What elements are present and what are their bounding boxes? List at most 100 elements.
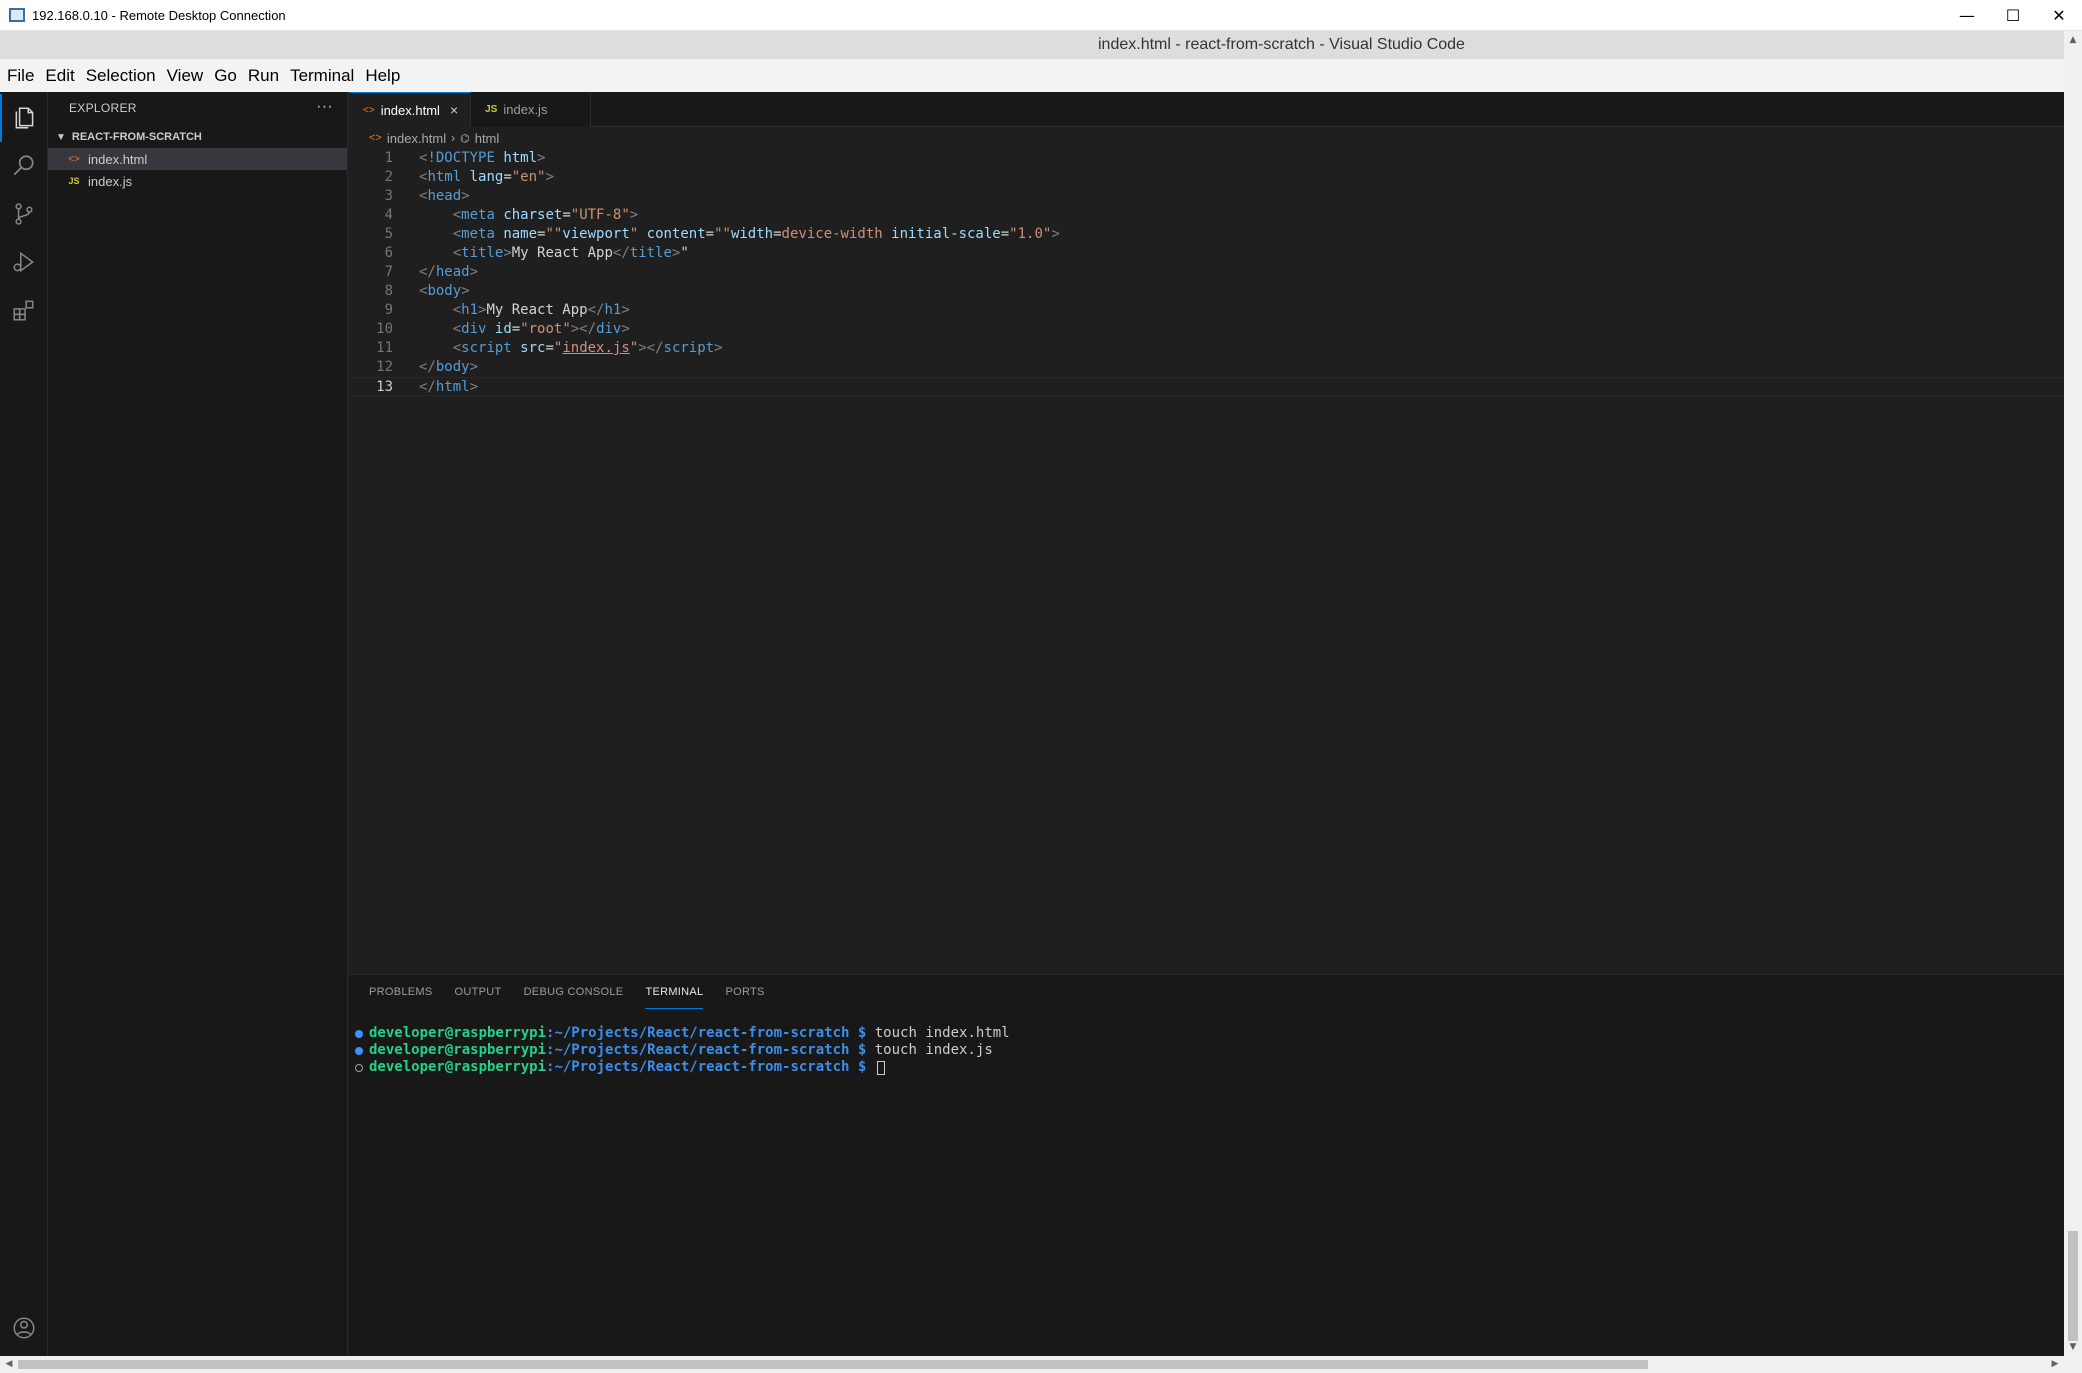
file-index-js[interactable]: JS index.js <box>48 170 347 192</box>
vscode-titlebar: index.html - react-from-scratch - Visual… <box>0 31 2064 59</box>
terminal-user: developer@raspberrypi <box>369 1042 547 1058</box>
horizontal-scrollbar[interactable]: ◀ ▶ <box>0 1356 2064 1373</box>
vertical-scrollbar[interactable]: ▲ ▼ <box>2064 31 2082 1356</box>
workbench: EXPLORER ··· ▼ REACT-FROM-SCRATCH <> ind… <box>0 92 2064 1356</box>
scroll-up-icon[interactable]: ▲ <box>2064 31 2082 49</box>
vscode-window-title: index.html - react-from-scratch - Visual… <box>1098 36 1465 53</box>
html-file-icon: <> <box>68 153 80 165</box>
code-token: "" <box>714 226 731 242</box>
code-token: viewport <box>562 226 630 242</box>
menu-run[interactable]: Run <box>244 66 283 86</box>
tab-output[interactable]: OUTPUT <box>455 975 502 1009</box>
code-token: div <box>461 321 487 337</box>
breadcrumb-symbol[interactable]: html <box>475 131 500 146</box>
close-window-button[interactable]: ✕ <box>2036 0 2082 31</box>
code-line[interactable]: 6 <title>My React App</title>" <box>349 244 2064 263</box>
code-line[interactable]: 3 <head> <box>349 187 2064 206</box>
tab-terminal[interactable]: TERMINAL <box>645 975 704 1009</box>
line-number: 6 <box>384 245 393 261</box>
code-token: </ <box>419 264 436 280</box>
code-token: My React App <box>511 245 613 261</box>
code-token: < <box>452 340 462 356</box>
code-token: = <box>1000 226 1010 242</box>
close-tab-icon[interactable]: × <box>450 102 458 118</box>
code-line[interactable]: 9 <h1>My React App</h1> <box>349 301 2064 320</box>
menu-help[interactable]: Help <box>361 66 404 86</box>
account-icon[interactable] <box>0 1304 48 1352</box>
command-status-icon[interactable] <box>355 1046 363 1055</box>
code-line[interactable]: 10 <div id="root"></div> <box>349 320 2064 339</box>
code-text: <!DOCTYPE html> <box>419 149 545 168</box>
minimize-button[interactable]: — <box>1944 0 1990 31</box>
code-token: head <box>427 188 462 204</box>
tab-problems[interactable]: PROBLEMS <box>369 975 433 1009</box>
html-file-icon: <> <box>369 132 382 144</box>
code-text: <html lang="en"> <box>419 168 554 187</box>
code-token: > <box>714 340 723 356</box>
vertical-scroll-thumb[interactable] <box>2068 1231 2078 1341</box>
chevron-down-icon: ▼ <box>56 131 66 143</box>
code-token: > <box>621 302 630 318</box>
code-editor[interactable]: 1 <!DOCTYPE html> 2 <html lang="en"> 3 <head>… <box>349 149 2064 396</box>
menu-file[interactable]: File <box>3 66 38 86</box>
line-number: 11 <box>376 340 393 356</box>
html-file-icon: <> <box>363 104 375 116</box>
code-text: </body> <box>419 358 478 377</box>
command-status-icon[interactable] <box>355 1029 363 1038</box>
menu-selection[interactable]: Selection <box>82 66 160 86</box>
horizontal-scroll-thumb[interactable] <box>18 1360 1648 1369</box>
menu-terminal[interactable]: Terminal <box>286 66 358 86</box>
code-line[interactable]: 5 <meta name=""viewport" content=""width… <box>349 225 2064 244</box>
breadcrumb-file[interactable]: index.html <box>387 131 446 146</box>
code-line[interactable]: 8 <body> <box>349 282 2064 301</box>
code-token: > <box>621 321 630 337</box>
code-token: > <box>461 188 470 204</box>
code-token: html <box>427 169 462 185</box>
tab-index-js[interactable]: JS index.js <box>471 92 592 127</box>
code-line[interactable]: 13 </html> <box>349 377 2064 396</box>
search-icon[interactable] <box>0 142 48 190</box>
more-actions-icon[interactable]: ··· <box>316 98 333 116</box>
symbol-icon: ⌬ <box>460 132 470 145</box>
tab-index-html[interactable]: <> index.html × <box>349 92 472 127</box>
menu-go[interactable]: Go <box>210 66 241 86</box>
code-line[interactable]: 7 </head> <box>349 263 2064 282</box>
code-text: <title>My React App</title>" <box>419 244 689 263</box>
code-line[interactable]: 12 </body> <box>349 358 2064 377</box>
maximize-button[interactable]: ☐ <box>1990 0 2036 31</box>
code-token: src <box>520 340 546 356</box>
tab-ports[interactable]: PORTS <box>725 975 764 1009</box>
command-status-icon[interactable] <box>355 1063 363 1072</box>
tab-debug-console[interactable]: DEBUG CONSOLE <box>524 975 624 1009</box>
folder-react-from-scratch[interactable]: ▼ REACT-FROM-SCRATCH <box>48 126 347 148</box>
line-number: 10 <box>376 321 393 337</box>
scroll-left-icon[interactable]: ◀ <box>0 1356 18 1373</box>
terminal-command: touch index.html <box>866 1025 1010 1041</box>
scroll-right-icon[interactable]: ▶ <box>2046 1356 2064 1373</box>
code-token: = <box>511 321 521 337</box>
extensions-icon[interactable] <box>0 286 48 334</box>
menu-view[interactable]: View <box>163 66 208 86</box>
code-line[interactable]: 4 <meta charset="UTF-8"> <box>349 206 2064 225</box>
line-number: 7 <box>384 264 393 280</box>
code-line[interactable]: 1 <!DOCTYPE html> <box>349 149 2064 168</box>
editor-area: <> index.html × JS index.js <> index.htm… <box>349 92 2064 1356</box>
code-line[interactable]: 11 <script src="index.js"></script> <box>349 339 2064 358</box>
code-token: device-width <box>781 226 883 242</box>
panel-tabs: PROBLEMS OUTPUT DEBUG CONSOLE TERMINAL P… <box>349 975 2064 1009</box>
js-file-icon: JS <box>68 176 80 186</box>
files-icon[interactable] <box>0 94 48 142</box>
run-debug-icon[interactable] <box>0 238 48 286</box>
code-line[interactable]: 2 <html lang="en"> <box>349 168 2064 187</box>
code-text: <meta charset="UTF-8"> <box>419 206 639 225</box>
terminal[interactable]: developer@raspberrypi:~/Projects/React/r… <box>355 1025 1010 1076</box>
code-token: = <box>562 207 571 223</box>
scroll-down-icon[interactable]: ▼ <box>2064 1338 2082 1356</box>
file-index-html[interactable]: <> index.html <box>48 148 347 170</box>
menu-edit[interactable]: Edit <box>41 66 78 86</box>
code-token: body <box>435 359 470 375</box>
code-token: </ <box>419 379 436 395</box>
source-control-icon[interactable] <box>0 190 48 238</box>
code-token: !DOCTYPE <box>427 150 495 166</box>
